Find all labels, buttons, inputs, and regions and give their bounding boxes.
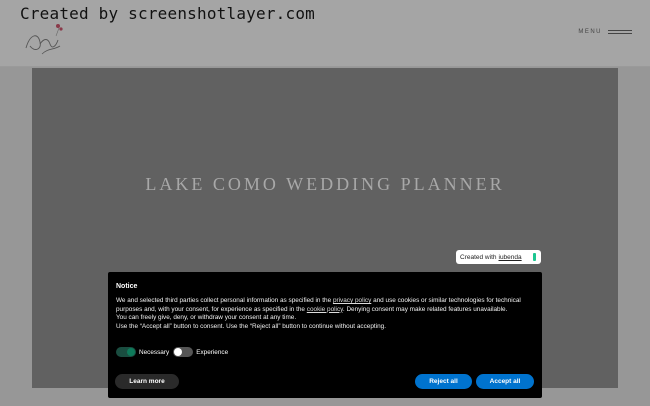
notice-text-c: . Denying consent may make related featu…: [342, 305, 508, 313]
toggle-necessary[interactable]: Necessary: [116, 347, 169, 357]
experience-switch[interactable]: [173, 347, 194, 357]
accept-all-button[interactable]: Accept all: [476, 374, 534, 389]
cookie-notice: Notice We and selected third parties col…: [108, 272, 542, 398]
learn-more-button[interactable]: Learn more: [115, 374, 179, 389]
cookie-policy-link[interactable]: cookie policy: [307, 306, 343, 313]
menu-label: MENU: [578, 29, 602, 35]
notice-title: Notice: [116, 283, 138, 290]
iubenda-prefix: Created with: [460, 253, 497, 261]
notice-text-a: We and selected third parties collect pe…: [116, 297, 333, 304]
consent-toggles: Necessary Experience: [116, 347, 232, 357]
hero-title: LAKE COMO WEDDING PLANNER: [145, 174, 505, 194]
privacy-policy-link[interactable]: privacy policy: [333, 297, 371, 304]
necessary-label: Necessary: [139, 348, 170, 356]
menu-toggle[interactable]: MENU: [578, 29, 632, 35]
iubenda-link[interactable]: iubenda: [499, 254, 522, 261]
notice-body: We and selected third parties collect pe…: [116, 297, 531, 331]
site-logo[interactable]: [20, 20, 70, 60]
reject-all-button[interactable]: Reject all: [415, 374, 472, 389]
toggle-experience[interactable]: Experience: [173, 347, 228, 357]
iubenda-badge[interactable]: Created with iubenda: [456, 250, 541, 264]
iubenda-icon: [533, 253, 536, 261]
hamburger-icon: [608, 30, 632, 34]
watermark-text: Created by screenshotlayer.com: [20, 4, 315, 23]
necessary-switch[interactable]: [116, 347, 136, 357]
notice-text-line3: Use the “Accept all” button to consent. …: [116, 322, 386, 330]
notice-text-line2: You can freely give, deny, or withdraw y…: [116, 314, 297, 322]
experience-label: Experience: [196, 348, 229, 356]
